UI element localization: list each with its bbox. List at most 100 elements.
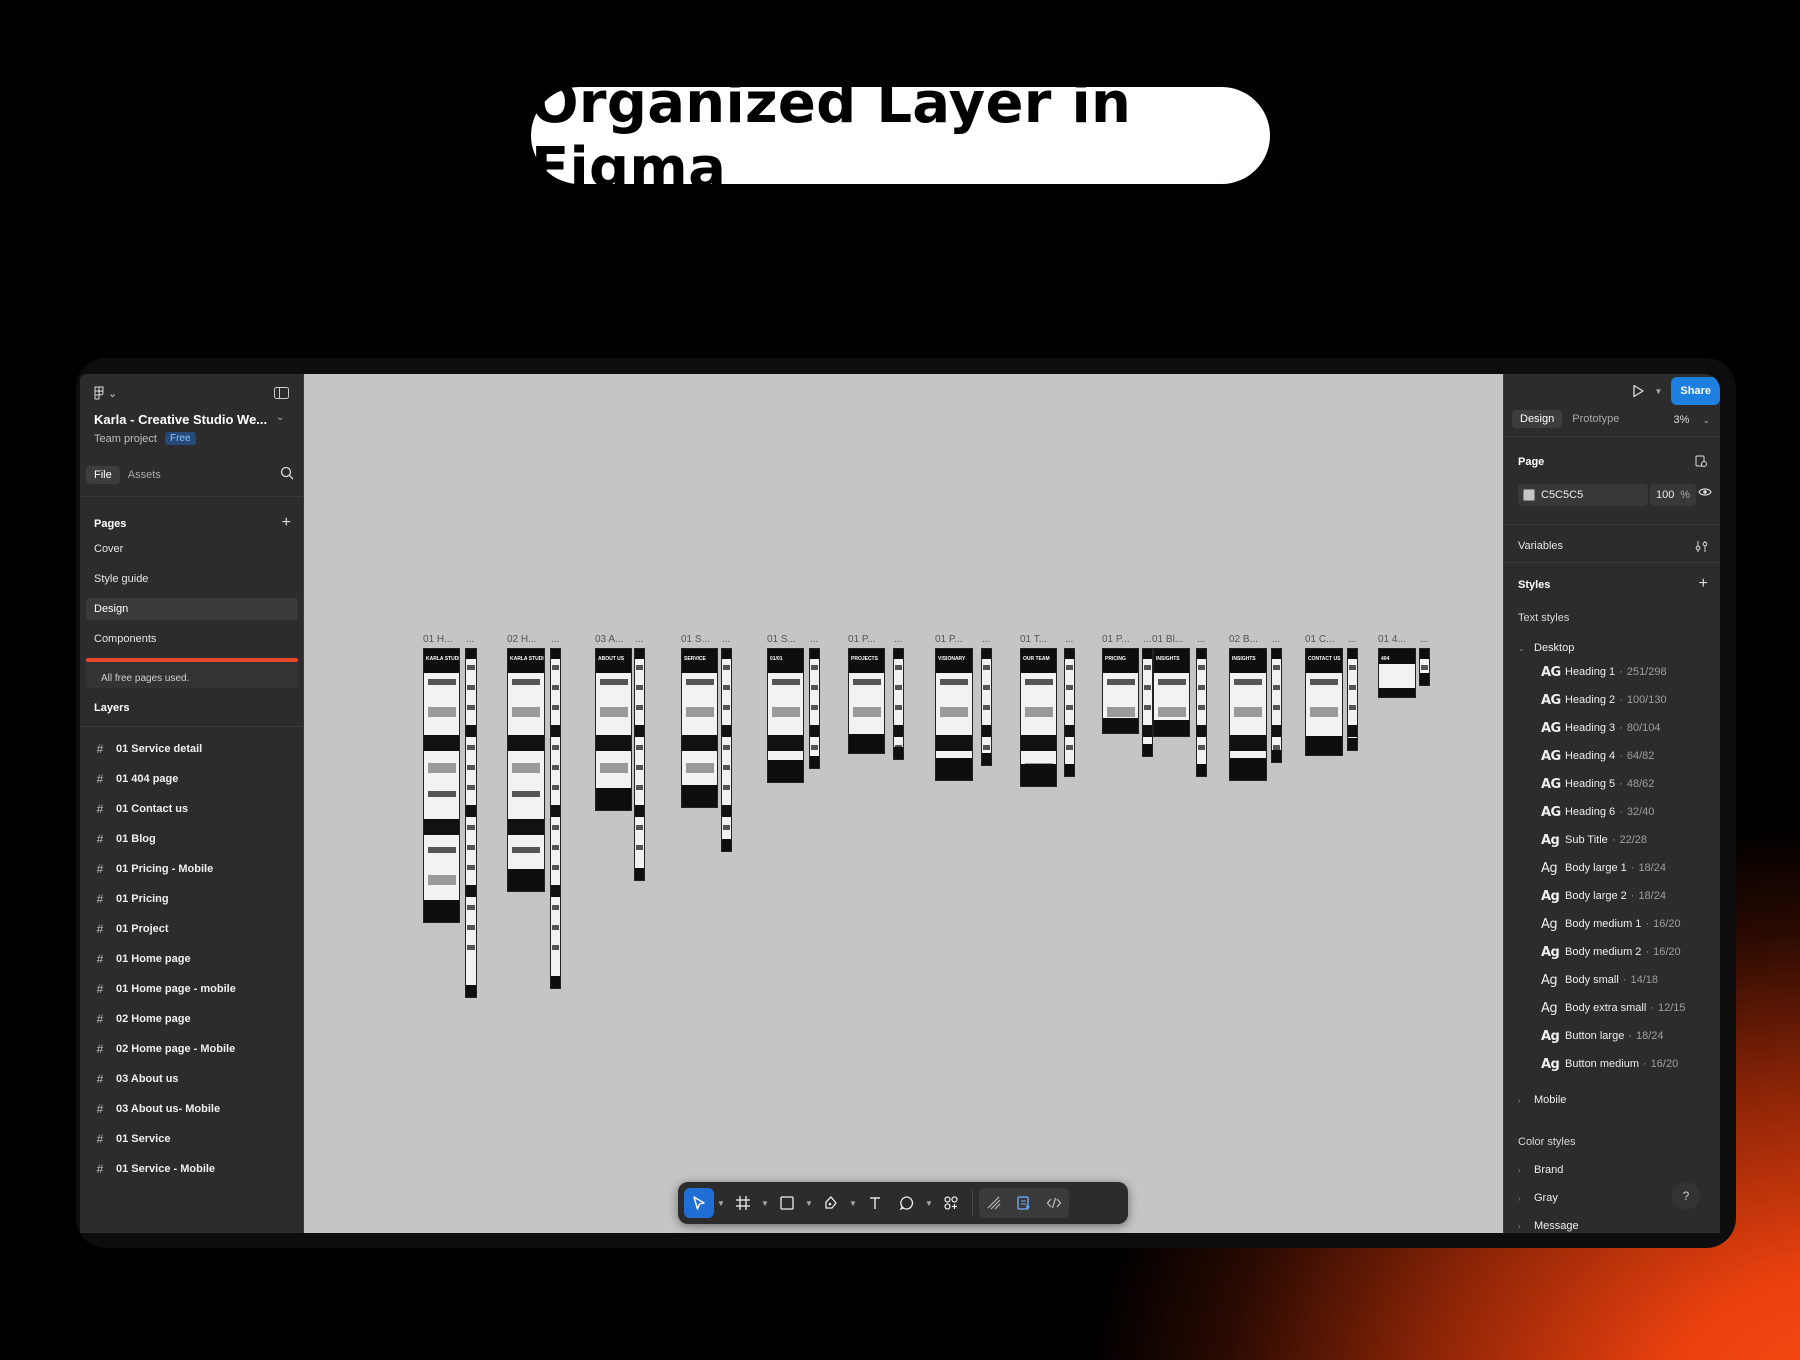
tab-file[interactable]: File	[86, 466, 120, 484]
text-tool-button[interactable]	[860, 1188, 890, 1218]
text-style-item[interactable]: AG Heading 3 · 80/104	[1541, 717, 1660, 739]
desktop-frame[interactable]: VISIONARY	[935, 648, 973, 781]
frame-tool-button[interactable]	[728, 1188, 758, 1218]
mobile-frame[interactable]	[981, 648, 992, 766]
tab-assets[interactable]: Assets	[120, 466, 169, 484]
layer-item[interactable]: #03 About us- Mobile	[94, 1096, 220, 1122]
desktop-frame[interactable]: KARLA STUDIO	[507, 648, 545, 892]
text-style-item[interactable]: Ag Body medium 1 · 16/20	[1541, 913, 1681, 935]
text-style-item[interactable]: Ag Body large 1 · 18/24	[1541, 857, 1666, 879]
text-style-item[interactable]: Ag Button medium · 16/20	[1541, 1053, 1678, 1075]
chevron-down-icon[interactable]: ▼	[924, 1199, 934, 1208]
mobile-frame-label[interactable]: ...	[1197, 634, 1205, 645]
page-settings-icon[interactable]	[1695, 455, 1708, 468]
desktop-frame[interactable]: 404	[1378, 648, 1416, 698]
mobile-frame[interactable]	[1419, 648, 1430, 686]
layer-item[interactable]: #03 About us	[94, 1066, 179, 1092]
frame-label[interactable]: 01 Bl...	[1152, 634, 1183, 645]
layer-item[interactable]: #01 Home page	[94, 946, 191, 972]
mobile-frame-label[interactable]: ...	[1143, 634, 1151, 645]
chevron-down-icon[interactable]: ▼	[760, 1199, 770, 1208]
frame-label[interactable]: 02 H...	[507, 634, 536, 645]
tab-prototype[interactable]: Prototype	[1564, 410, 1627, 428]
frame-label[interactable]: 01 S...	[681, 634, 710, 645]
mobile-frame-label[interactable]: ...	[982, 634, 990, 645]
desktop-frame[interactable]: PRICING	[1102, 648, 1139, 734]
mobile-frame-label[interactable]: ...	[1420, 634, 1428, 645]
mobile-frame[interactable]	[1347, 648, 1358, 751]
frame-label[interactable]: 01 H...	[423, 634, 452, 645]
mobile-frame-label[interactable]: ...	[1065, 634, 1073, 645]
color-group-message[interactable]: › Message	[1518, 1220, 1579, 1232]
frame-label[interactable]: 02 B...	[1229, 634, 1258, 645]
move-tool-button[interactable]	[684, 1188, 714, 1218]
layer-item[interactable]: #02 Home page - Mobile	[94, 1036, 236, 1062]
desktop-frame[interactable]: PROJECTS	[848, 648, 885, 754]
canvas[interactable]: 01 H...... KARLA STUDIO 02 H...... KARLA ST…	[304, 374, 1503, 1233]
dev-mode-button[interactable]	[1039, 1188, 1069, 1218]
frame-label[interactable]: 01 P...	[1102, 634, 1130, 645]
layer-item[interactable]: #01 Home page - mobile	[94, 976, 236, 1002]
mobile-frame-label[interactable]: ...	[894, 634, 902, 645]
frame-label[interactable]: 01 P...	[935, 634, 963, 645]
add-style-icon[interactable]: +	[1699, 576, 1708, 592]
page-color-field[interactable]: C5C5C5	[1518, 484, 1648, 506]
desktop-frame[interactable]: OUR TEAM	[1020, 648, 1057, 787]
mobile-frame[interactable]	[721, 648, 732, 852]
desktop-frame[interactable]: KARLA STUDIO	[423, 648, 460, 923]
mobile-frame[interactable]	[1271, 648, 1282, 763]
text-style-item[interactable]: Ag Body extra small · 12/15	[1541, 997, 1686, 1019]
mobile-group[interactable]: › Mobile	[1518, 1094, 1566, 1106]
page-item-components[interactable]: Components	[86, 628, 298, 650]
chevron-down-icon[interactable]: ⌄	[276, 412, 284, 423]
mobile-frame-label[interactable]: ...	[1272, 634, 1280, 645]
layer-item[interactable]: #01 Project	[94, 916, 169, 942]
tab-design[interactable]: Design	[1512, 410, 1563, 428]
mobile-frame-label[interactable]: ...	[722, 634, 730, 645]
share-button[interactable]: Share	[1671, 377, 1720, 405]
variables-heading[interactable]: Variables	[1518, 540, 1563, 552]
frame-label[interactable]: 03 A...	[595, 634, 623, 645]
search-icon[interactable]	[280, 466, 294, 480]
mobile-frame[interactable]	[634, 648, 645, 881]
page-opacity-field[interactable]: 100 %	[1650, 484, 1696, 506]
main-menu-button[interactable]: ⌄	[94, 386, 117, 400]
layer-item[interactable]: #01 404 page	[94, 766, 179, 792]
mobile-frame-label[interactable]: ...	[466, 634, 474, 645]
desktop-frame[interactable]: INSIGHTS	[1229, 648, 1267, 781]
frame-label[interactable]: 01 C...	[1305, 634, 1334, 645]
actions-button[interactable]	[936, 1188, 966, 1218]
text-style-item[interactable]: Ag Body large 2 · 18/24	[1541, 885, 1666, 907]
color-group-gray[interactable]: › Gray	[1518, 1192, 1558, 1204]
color-group-brand[interactable]: › Brand	[1518, 1164, 1563, 1176]
mobile-frame-label[interactable]: ...	[635, 634, 643, 645]
chevron-down-icon[interactable]: ▼	[716, 1199, 726, 1208]
text-style-item[interactable]: AG Heading 1 · 251/298	[1541, 661, 1667, 683]
chevron-down-icon[interactable]: ▼	[804, 1199, 814, 1208]
mobile-frame[interactable]	[1142, 648, 1153, 757]
shape-tool-button[interactable]	[772, 1188, 802, 1218]
text-style-item[interactable]: Ag Sub Title · 22/28	[1541, 829, 1647, 851]
layer-item[interactable]: #01 Contact us	[94, 796, 188, 822]
mobile-frame-label[interactable]: ...	[1348, 634, 1356, 645]
desktop-frame[interactable]: INSIGHTS	[1153, 648, 1190, 737]
frame-label[interactable]: 01 P...	[848, 634, 876, 645]
text-style-item[interactable]: AG Heading 2 · 100/130	[1541, 689, 1667, 711]
zoom-dropdown[interactable]: 3% ⌄	[1673, 414, 1710, 426]
mobile-frame-label[interactable]: ...	[810, 634, 818, 645]
eye-icon[interactable]	[1698, 486, 1712, 498]
add-page-icon[interactable]: +	[282, 515, 291, 531]
pen-tool-button[interactable]	[816, 1188, 846, 1218]
desktop-frame[interactable]: SERVICE	[681, 648, 718, 808]
desktop-group[interactable]: ⌄ Desktop	[1518, 642, 1574, 654]
mobile-frame[interactable]	[893, 648, 904, 760]
frame-label[interactable]: 01 4...	[1378, 634, 1406, 645]
chevron-down-icon[interactable]: ▼	[1653, 387, 1663, 396]
chevron-down-icon[interactable]: ▼	[848, 1199, 858, 1208]
design-mode-button[interactable]	[1009, 1188, 1039, 1218]
variables-icon[interactable]	[1695, 540, 1708, 553]
mobile-frame-label[interactable]: ...	[551, 634, 559, 645]
color-swatch[interactable]	[1523, 489, 1535, 501]
mobile-frame[interactable]	[465, 648, 477, 998]
text-style-item[interactable]: AG Heading 4 · 64/82	[1541, 745, 1654, 767]
